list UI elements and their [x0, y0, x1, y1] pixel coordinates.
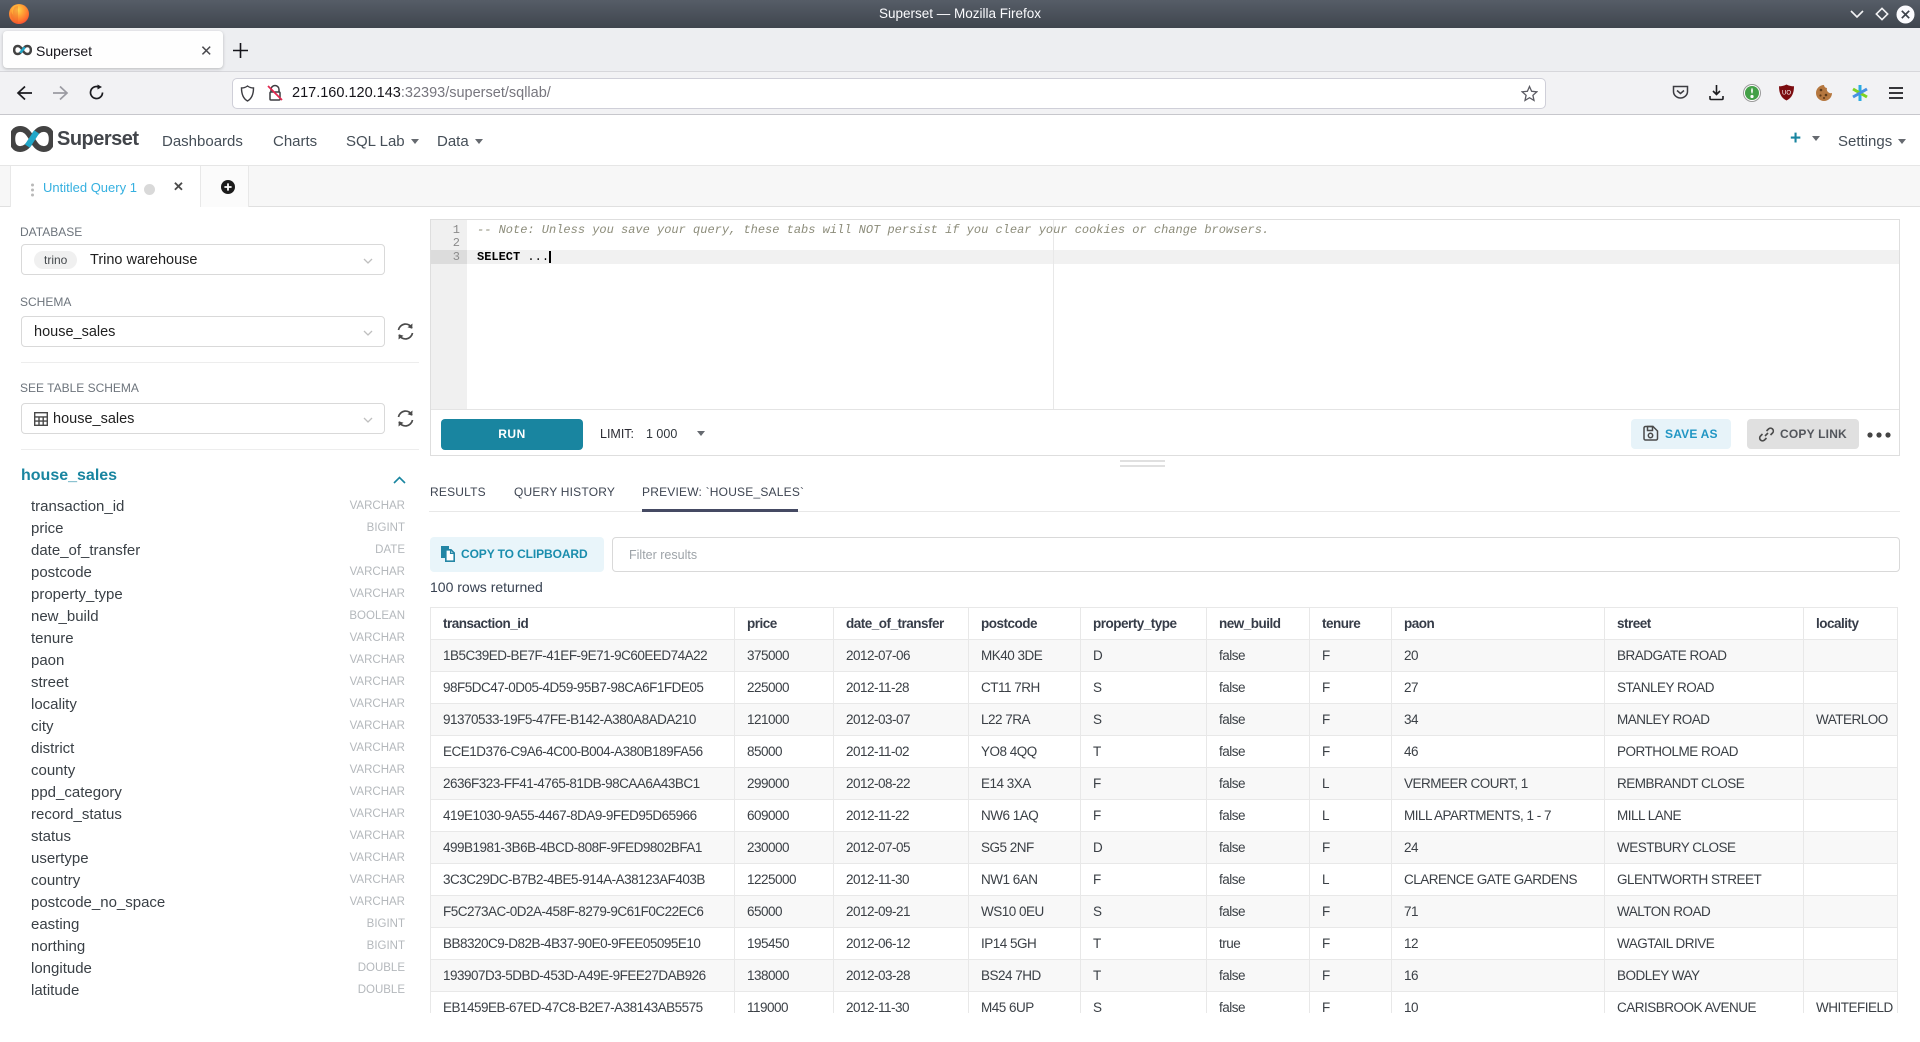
svg-text:UO: UO	[1782, 91, 1791, 97]
